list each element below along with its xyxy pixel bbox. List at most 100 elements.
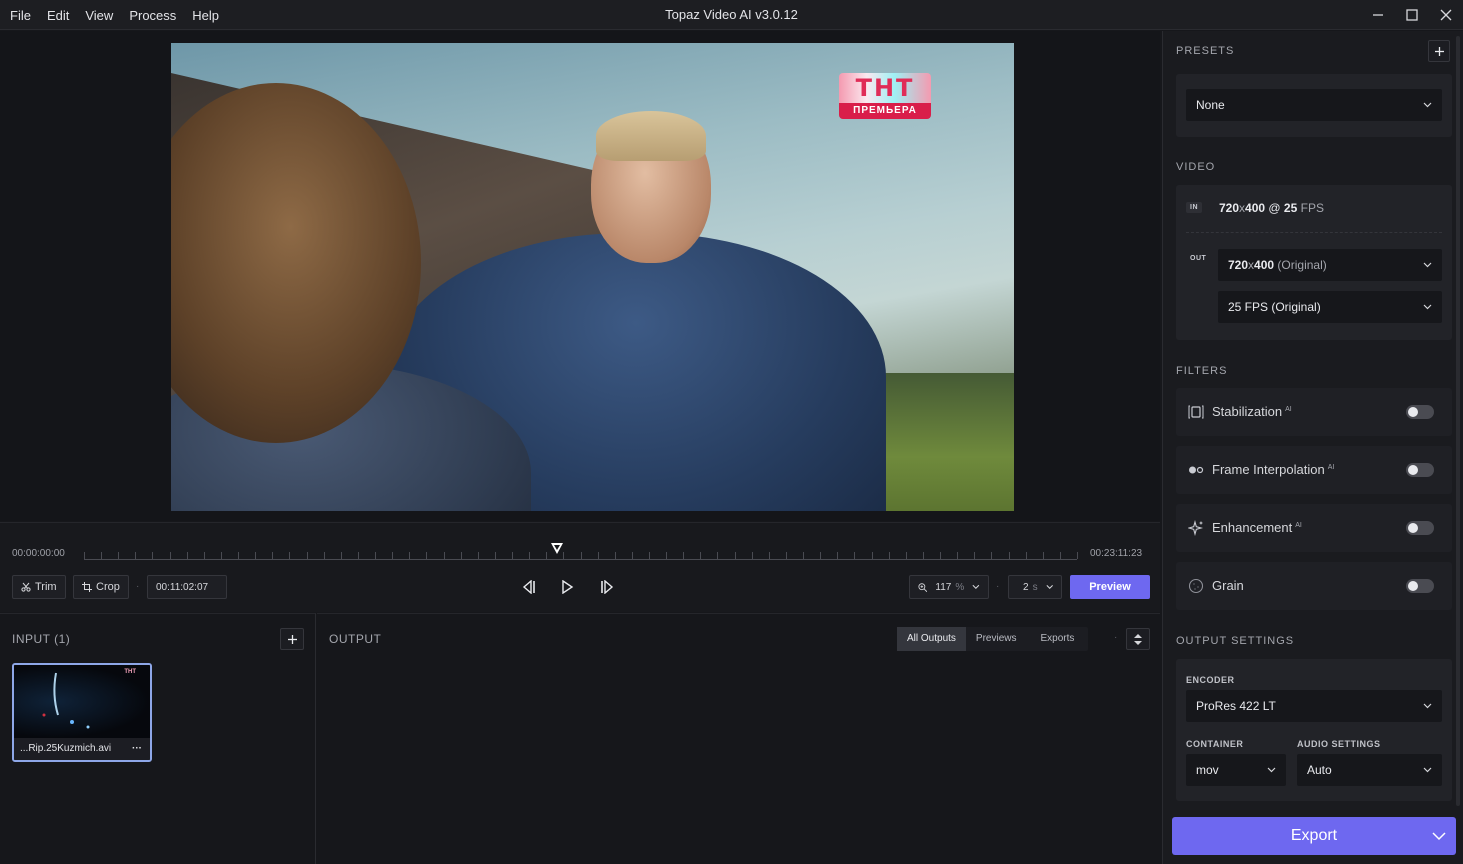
next-frame-button[interactable]	[598, 579, 616, 595]
sidebar-scrollbar[interactable]	[1456, 36, 1460, 806]
input-title: INPUT (1)	[12, 632, 71, 646]
file-menu-button[interactable]: ···	[132, 738, 142, 760]
filter-name: Grain	[1212, 578, 1244, 593]
filter-name: Stabilization	[1212, 404, 1283, 419]
filter-name: Frame Interpolation	[1212, 462, 1325, 477]
ruler-tick	[392, 552, 393, 559]
ruler-tick	[769, 552, 770, 559]
export-button[interactable]: Export	[1172, 817, 1456, 855]
previous-frame-icon	[522, 580, 535, 594]
output-fps-select[interactable]: 25 FPS (Original)	[1218, 291, 1442, 323]
minimize-button[interactable]	[1361, 0, 1395, 30]
enhancement-toggle[interactable]	[1406, 521, 1434, 535]
container-value: mov	[1196, 763, 1219, 777]
play-button[interactable]	[558, 579, 576, 595]
filter-stabilization[interactable]: Stabilization AI	[1176, 388, 1452, 436]
filters-title: FILTERS	[1176, 365, 1228, 377]
output-resolution-select[interactable]: 720x400 (Original)	[1218, 249, 1442, 281]
output-settings-title: OUTPUT SETTINGS	[1176, 635, 1295, 647]
trim-button[interactable]: Trim	[12, 575, 66, 599]
ruler-tick	[118, 552, 119, 559]
tab-all-outputs[interactable]: All Outputs	[897, 627, 966, 651]
input-file-card[interactable]: ТНТ ...Rip.25Kuzmich.avi ···	[12, 663, 152, 762]
divider	[1186, 232, 1442, 233]
ruler-tick	[837, 552, 838, 559]
output-width: 720	[1228, 258, 1249, 272]
output-panel: OUTPUT All Outputs Previews Exports ·	[317, 613, 1160, 864]
minimize-icon	[1373, 14, 1383, 16]
ruler-tick	[940, 552, 941, 559]
menu-view[interactable]: View	[77, 8, 121, 23]
tab-exports[interactable]: Exports	[1027, 627, 1089, 651]
input-fps: 25	[1283, 201, 1298, 215]
playhead-handle[interactable]	[551, 543, 563, 557]
sparkle-icon	[1188, 520, 1204, 536]
video-viewer[interactable]: ТНТ ПРЕМЬЕРА	[0, 31, 1160, 521]
ai-badge: AI	[1327, 463, 1335, 471]
timeline-end-time: 00:23:11:23	[1090, 548, 1143, 559]
video-card: IN 720x400 @ 25 FPS OUT 720x400 (Origina…	[1176, 185, 1452, 340]
menu-edit[interactable]: Edit	[39, 8, 77, 23]
presets-title: PRESETS	[1176, 45, 1235, 57]
output-height: 400	[1254, 258, 1275, 272]
zoom-select[interactable]: 117 %	[909, 575, 989, 599]
preview-button[interactable]: Preview	[1070, 575, 1150, 599]
chevron-down-icon[interactable]	[1432, 817, 1446, 855]
previous-frame-button[interactable]	[520, 579, 538, 595]
ai-badge: AI	[1295, 521, 1302, 529]
filter-grain[interactable]: Grain	[1176, 562, 1452, 610]
chevron-down-icon	[1046, 584, 1053, 589]
ruler-tick	[375, 552, 376, 559]
window-controls	[1361, 0, 1463, 30]
ruler-tick	[991, 552, 992, 559]
crop-button[interactable]: Crop	[73, 575, 129, 599]
ruler-tick	[1043, 552, 1044, 559]
ruler-tick	[563, 552, 564, 559]
ruler-tick	[221, 552, 222, 559]
close-icon	[1440, 9, 1452, 21]
menu-help[interactable]: Help	[184, 8, 227, 23]
preview-duration-select[interactable]: 2 s	[1008, 575, 1062, 599]
ruler-tick	[529, 552, 530, 559]
ruler-tick	[1077, 552, 1078, 559]
ruler-tick	[135, 552, 136, 559]
current-time-field[interactable]: 00:11:02:07	[147, 575, 227, 599]
close-button[interactable]	[1429, 0, 1463, 30]
menu-process[interactable]: Process	[121, 8, 184, 23]
chevron-down-icon	[1267, 767, 1276, 773]
sort-button[interactable]	[1126, 628, 1150, 650]
preset-select[interactable]: None	[1186, 89, 1442, 121]
play-icon	[562, 580, 574, 594]
ruler-tick	[324, 552, 325, 559]
input-at: @	[1265, 201, 1284, 215]
preview-duration-unit: s	[1032, 581, 1038, 593]
ruler-tick	[786, 552, 787, 559]
presets-card: None	[1176, 74, 1452, 137]
trim-label: Trim	[35, 581, 57, 593]
input-badge: IN	[1186, 202, 1202, 213]
tab-previews[interactable]: Previews	[966, 627, 1027, 651]
timeline-ruler[interactable]	[84, 550, 1078, 560]
add-preset-button[interactable]	[1428, 40, 1450, 62]
filter-enhancement[interactable]: Enhancement AI	[1176, 504, 1452, 552]
ruler-tick	[495, 552, 496, 559]
ruler-tick	[478, 552, 479, 559]
filter-frame-interpolation[interactable]: Frame Interpolation AI	[1176, 446, 1452, 494]
stabilization-toggle[interactable]	[1406, 405, 1434, 419]
container-select[interactable]: mov	[1186, 754, 1286, 786]
ruler-tick	[187, 552, 188, 559]
channel-logo-text: ТНТ	[839, 73, 931, 103]
separator-dot: ·	[996, 581, 1000, 592]
preview-duration-value: 2	[1023, 581, 1029, 593]
ruler-tick	[307, 552, 308, 559]
frame-interpolation-toggle[interactable]	[1406, 463, 1434, 477]
audio-settings-select[interactable]: Auto	[1297, 754, 1442, 786]
scissors-icon	[21, 582, 31, 592]
grain-toggle[interactable]	[1406, 579, 1434, 593]
maximize-button[interactable]	[1395, 0, 1429, 30]
add-input-button[interactable]	[280, 628, 304, 650]
encoder-select[interactable]: ProRes 422 LT	[1186, 690, 1442, 722]
menu-file[interactable]: File	[0, 8, 39, 23]
video-frame[interactable]: ТНТ ПРЕМЬЕРА	[171, 43, 1014, 511]
output-fps-value: 25 FPS (Original)	[1228, 300, 1321, 314]
